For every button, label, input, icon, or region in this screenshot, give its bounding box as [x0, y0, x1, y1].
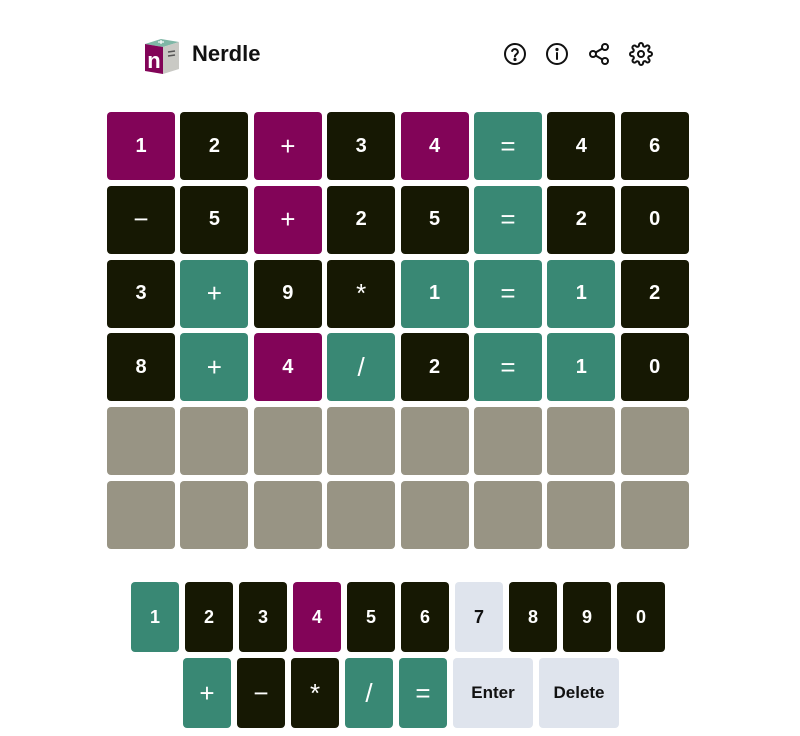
header: n Nerdle — [141, 32, 656, 74]
key-0[interactable]: 0 — [617, 582, 665, 652]
board-tile: 1 — [107, 112, 175, 180]
board-tile-empty — [107, 480, 175, 549]
header-icons — [502, 41, 654, 67]
board-tile: − — [107, 185, 175, 254]
board-tile-empty — [327, 480, 396, 549]
board-tile-empty — [180, 407, 249, 476]
key-1[interactable]: 1 — [131, 582, 179, 652]
board-tile: 2 — [180, 112, 249, 180]
info-icon[interactable] — [544, 41, 570, 67]
board-tile: = — [473, 333, 542, 402]
key-equals[interactable]: = — [399, 658, 447, 728]
key-7[interactable]: 7 — [455, 582, 503, 652]
key-8[interactable]: 8 — [509, 582, 557, 652]
board-tile: + — [180, 259, 249, 328]
board-tile-empty — [620, 407, 689, 476]
board-tile-empty — [547, 480, 616, 549]
app-title: Nerdle — [192, 41, 261, 66]
game-board: 1 2 +3 4 = 4 6−5 +2 5 = 2 0 3 +9 * 1 = 1 2 8 +4/2 = 1 0 — [107, 112, 689, 549]
board-tile: 3 — [107, 259, 175, 328]
nerdle-logo: n — [141, 36, 181, 74]
key-9[interactable]: 9 — [563, 582, 611, 652]
board-tile: 1 — [547, 259, 616, 328]
board-tile: * — [327, 259, 396, 328]
board-tile-empty — [620, 480, 689, 549]
key-divide[interactable]: / — [345, 658, 393, 728]
board-tile-empty — [400, 407, 469, 476]
board-tile: = — [473, 112, 542, 180]
board-tile: 2 — [547, 185, 616, 254]
board-tile-empty — [107, 407, 175, 476]
board-tile: 1 — [400, 259, 469, 328]
key-3[interactable]: 3 — [239, 582, 287, 652]
board-tile-empty — [547, 407, 616, 476]
board-tile: 2 — [400, 333, 469, 402]
keyboard-row: 1234567890 — [0, 582, 800, 652]
key-minus[interactable]: − — [237, 658, 285, 728]
board-tile: + — [180, 333, 249, 402]
board-tile: 0 — [620, 333, 689, 402]
board-tile-empty — [253, 480, 322, 549]
nerdle-app: n Nerdle 1 2 + 3 4 = 4 6 − 5 + 2 5 = 2 0… — [0, 0, 800, 736]
board-tile: 1 — [547, 333, 616, 402]
board-tile-empty — [327, 407, 396, 476]
key-2[interactable]: 2 — [185, 582, 233, 652]
board-tile: 5 — [180, 185, 249, 254]
board-tile-empty — [400, 480, 469, 549]
settings-icon[interactable] — [628, 41, 654, 67]
board-tile: 2 — [327, 185, 396, 254]
board-tile-empty — [253, 407, 322, 476]
board-tile: 5 — [400, 185, 469, 254]
key-plus[interactable]: + — [183, 658, 231, 728]
enter-key[interactable]: Enter — [453, 658, 533, 728]
board-tile: / — [327, 333, 396, 402]
delete-key[interactable]: Delete — [539, 658, 619, 728]
board-tile: 2 — [620, 259, 689, 328]
board-tile: 8 — [107, 333, 175, 402]
board-tile: = — [473, 259, 542, 328]
board-tile: 9 — [253, 259, 322, 328]
board-tile-empty — [180, 480, 249, 549]
board-tile: 4 — [547, 112, 616, 180]
key-4[interactable]: 4 — [293, 582, 341, 652]
key-6[interactable]: 6 — [401, 582, 449, 652]
board-tile: = — [473, 185, 542, 254]
board-tile-empty — [473, 480, 542, 549]
keyboard-row: + − * / = Enter Delete — [2, 658, 800, 728]
key-multiply[interactable]: * — [291, 658, 339, 728]
share-icon[interactable] — [586, 41, 612, 67]
key-5[interactable]: 5 — [347, 582, 395, 652]
board-tile: 6 — [620, 112, 689, 180]
board-tile: + — [253, 185, 322, 254]
board-tile: + — [253, 112, 322, 180]
board-tile: 4 — [253, 333, 322, 402]
board-tile: 4 — [400, 112, 469, 180]
board-tile: 3 — [327, 112, 396, 180]
board-tile-empty — [473, 407, 542, 476]
on-screen-keyboard: 1 2 3 4 5 6 7 8 9 0 + − * / = Enter Delete — [0, 582, 800, 734]
board-tile: 0 — [620, 185, 689, 254]
help-icon[interactable] — [502, 41, 528, 67]
svg-text:n: n — [147, 48, 160, 73]
